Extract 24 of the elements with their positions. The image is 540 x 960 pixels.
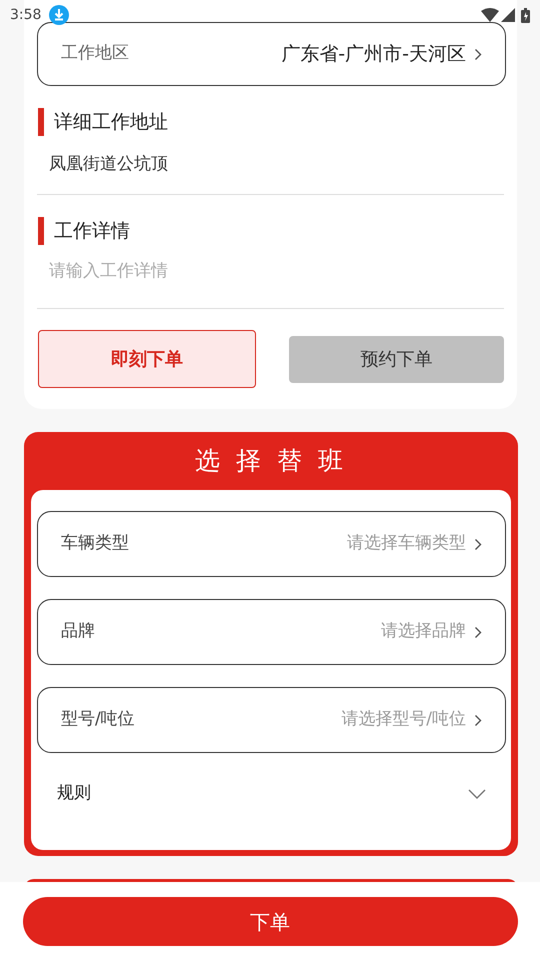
vehicle-selector[interactable]: 车辆类型 请选择车辆类型	[37, 511, 506, 577]
vehicle-selector[interactable]: 型号/吨位 请选择型号/吨位	[37, 687, 506, 753]
order-type-tab[interactable]: 预约下单	[289, 336, 504, 382]
chevron-right-icon	[474, 48, 482, 60]
signal-icon	[501, 8, 515, 22]
region-selector[interactable]: 工作地区 广东省-广州市-天河区	[37, 22, 506, 86]
address-field[interactable]: 凤凰街道公坑顶	[37, 136, 504, 194]
wifi-icon	[481, 8, 499, 22]
vehicle-selector[interactable]: 品牌 请选择品牌	[37, 599, 506, 665]
order-type-tab[interactable]: 即刻下单	[38, 330, 256, 388]
rule-dropdown[interactable]: 规则	[37, 769, 506, 819]
section-heading: 工作详情	[54, 218, 130, 244]
region-value: 广东省-广州市-天河区	[281, 42, 466, 67]
chevron-right-icon	[474, 626, 482, 638]
battery-icon	[521, 8, 530, 22]
status-time: 3:58	[10, 6, 42, 24]
accent-bar	[38, 108, 44, 136]
submit-button[interactable]: 下单	[22, 897, 518, 946]
chevron-right-icon	[474, 538, 482, 550]
accent-bar	[38, 216, 44, 245]
shift-title: 选 择 替 班	[194, 445, 348, 478]
section-heading: 详细工作地址	[54, 110, 168, 135]
chevron-down-icon	[468, 789, 486, 799]
chevron-right-icon	[474, 714, 482, 726]
